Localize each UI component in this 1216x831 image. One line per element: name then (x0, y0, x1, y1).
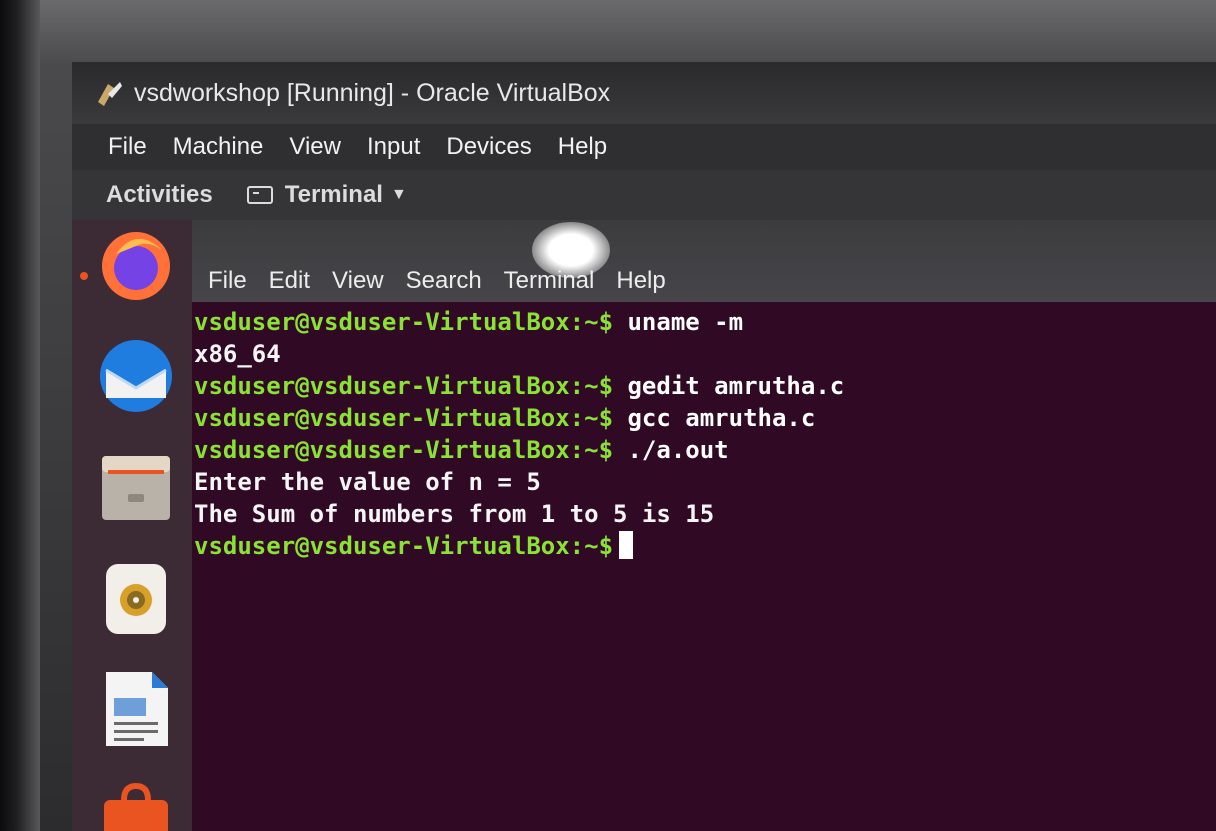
dock (72, 220, 192, 831)
menu-file[interactable]: File (108, 133, 147, 161)
terminal-line-active[interactable]: vsduser@vsduser-VirtualBox:~$ (194, 530, 1216, 562)
terminal-menu-bar: File Edit View Search Terminal Help (192, 220, 1216, 302)
terminal-line: vsduser@vsduser-VirtualBox:~$ ./a.out (194, 434, 1216, 466)
menu-input[interactable]: Input (367, 133, 420, 161)
app-menu-terminal[interactable]: Terminal ▼ (246, 181, 407, 209)
menu-help[interactable]: Help (558, 133, 607, 161)
prompt: vsduser@vsduser-VirtualBox:~$ (194, 404, 614, 432)
virtualbox-logo-icon (98, 82, 122, 106)
terminal-line: x86_64 (194, 338, 1216, 370)
active-app-indicator (80, 272, 88, 280)
virtualbox-title-bar: vsdworkshop [Running] - Oracle VirtualBo… (72, 62, 1216, 124)
output-text: The Sum of numbers from 1 to 5 is 15 (194, 500, 715, 528)
terminal-menu-view[interactable]: View (332, 267, 384, 295)
command-text: uname -m (613, 308, 744, 336)
menu-machine[interactable]: Machine (173, 133, 264, 161)
command-text: ./a.out (613, 436, 729, 464)
prompt: vsduser@vsduser-VirtualBox:~$ (194, 308, 614, 336)
terminal-line: vsduser@vsduser-VirtualBox:~$ gcc amruth… (194, 402, 1216, 434)
terminal-output[interactable]: vsduser@vsduser-VirtualBox:~$ uname -m x… (192, 302, 1216, 831)
command-text: gedit amrutha.c (613, 372, 845, 400)
libreoffice-writer-icon[interactable] (96, 668, 176, 748)
command-text: gcc amrutha.c (613, 404, 816, 432)
chevron-down-icon: ▼ (390, 186, 407, 203)
text-cursor (619, 531, 634, 559)
screen-glare (532, 222, 610, 278)
software-icon[interactable] (96, 782, 176, 831)
prompt: vsduser@vsduser-VirtualBox:~$ (194, 532, 614, 560)
terminal-menu-file[interactable]: File (208, 267, 247, 295)
terminal-line: Enter the value of n = 5 (194, 466, 1216, 498)
terminal-menu-search[interactable]: Search (406, 267, 482, 295)
terminal-line: vsduser@vsduser-VirtualBox:~$ gedit amru… (194, 370, 1216, 402)
output-text: x86_64 (194, 340, 281, 368)
rhythmbox-icon[interactable] (96, 558, 176, 638)
window-title: vsdworkshop [Running] - Oracle VirtualBo… (134, 78, 611, 107)
output-text: Enter the value of n = 5 (194, 468, 541, 496)
terminal-icon (246, 186, 273, 204)
firefox-icon[interactable] (96, 224, 176, 304)
thunderbird-icon[interactable] (96, 336, 176, 416)
files-icon[interactable] (96, 446, 176, 526)
menu-devices[interactable]: Devices (446, 133, 531, 161)
ubuntu-top-bar: Activities Terminal ▼ (72, 170, 1216, 220)
terminal-menu-help[interactable]: Help (616, 267, 665, 295)
terminal-menu-edit[interactable]: Edit (269, 267, 310, 295)
virtualbox-menu-bar: File Machine View Input Devices Help (72, 124, 1216, 170)
terminal-line: The Sum of numbers from 1 to 5 is 15 (194, 498, 1216, 530)
menu-view[interactable]: View (289, 133, 341, 161)
bezel-edge (0, 0, 40, 831)
prompt: vsduser@vsduser-VirtualBox:~$ (194, 436, 614, 464)
screen: vsdworkshop [Running] - Oracle VirtualBo… (72, 62, 1216, 831)
activities-button[interactable]: Activities (106, 181, 213, 209)
terminal-line: vsduser@vsduser-VirtualBox:~$ uname -m (194, 306, 1216, 338)
prompt: vsduser@vsduser-VirtualBox:~$ (194, 372, 614, 400)
app-menu-label: Terminal (284, 181, 383, 208)
